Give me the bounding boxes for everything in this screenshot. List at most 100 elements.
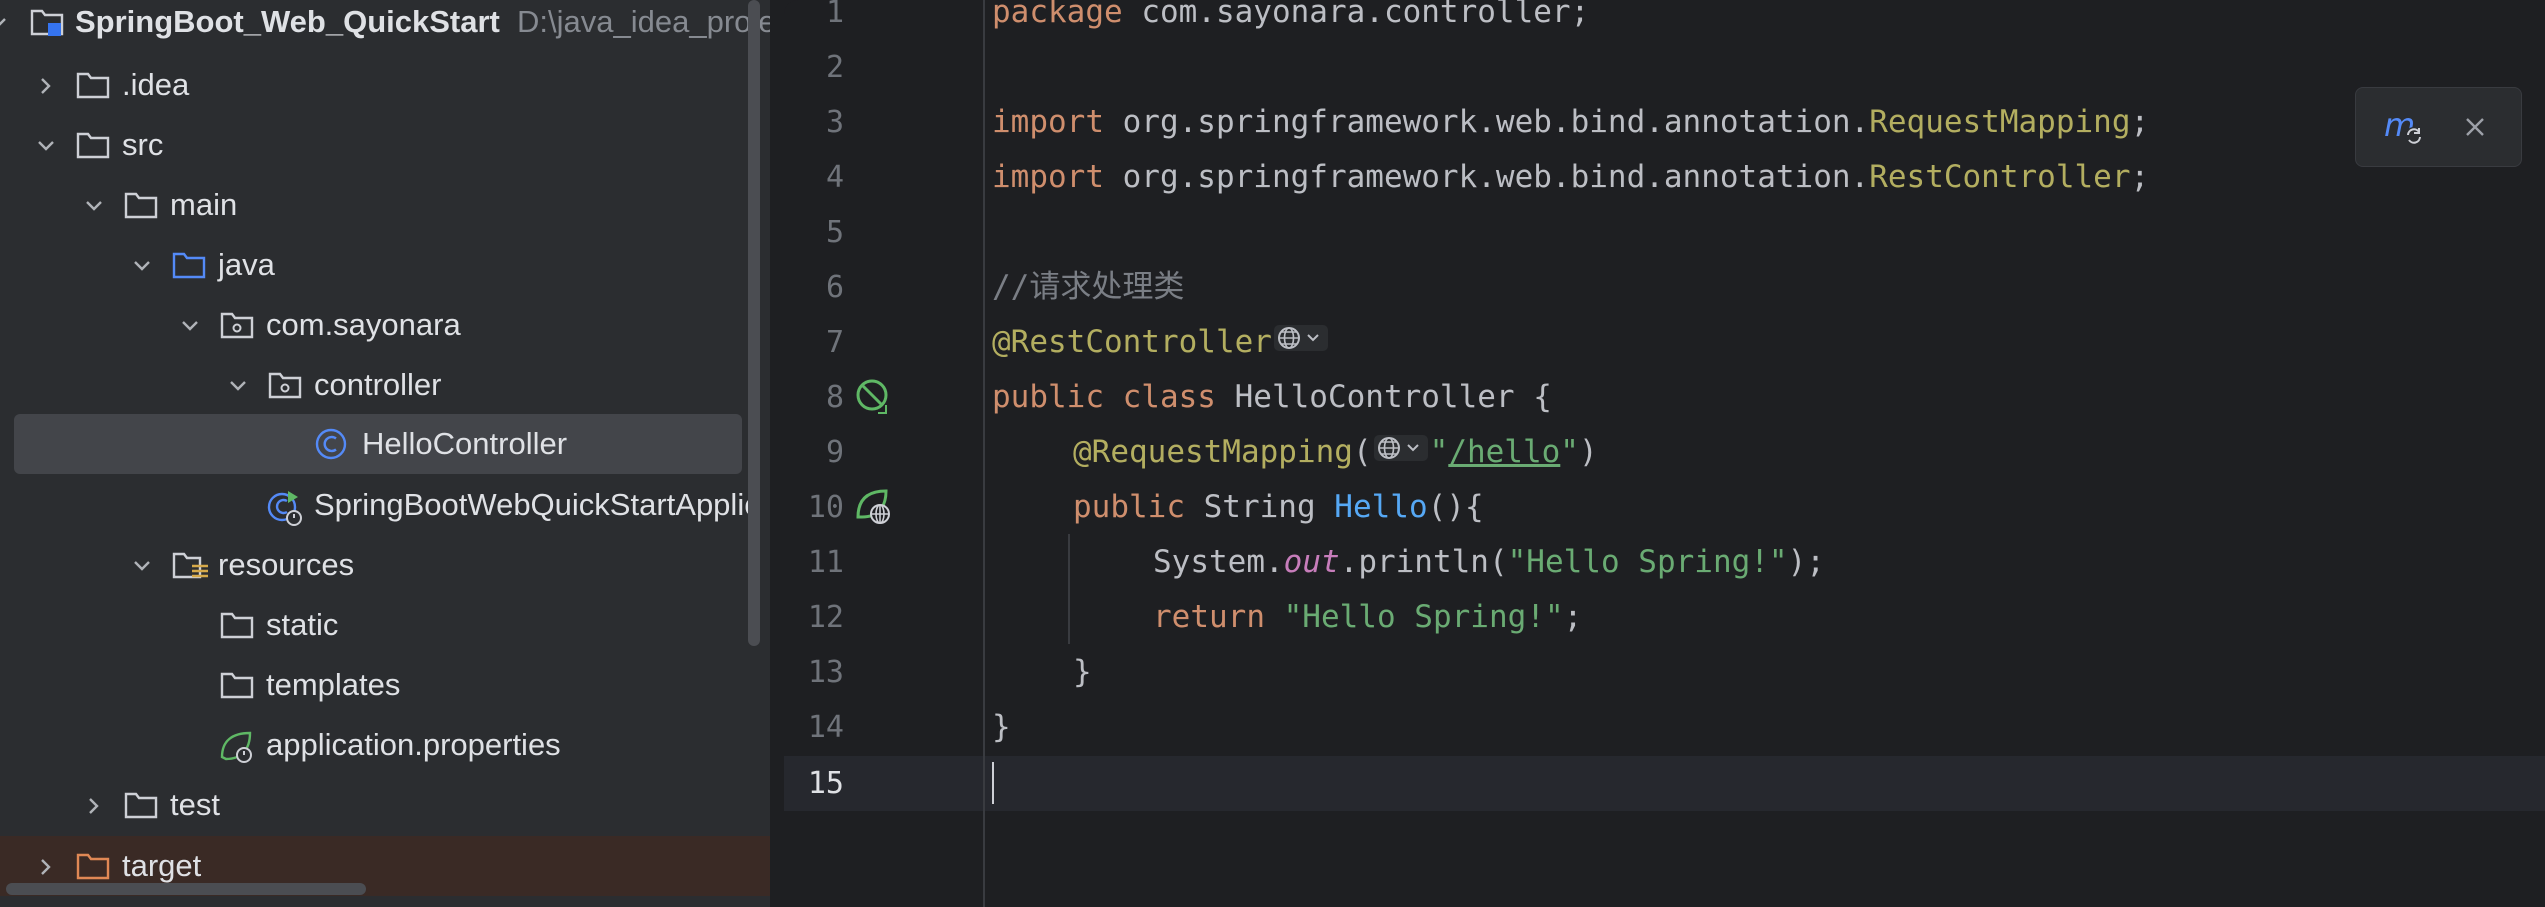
resources-folder-icon <box>172 549 208 581</box>
tree-horizontal-scrollbar[interactable] <box>6 883 366 895</box>
line-number: 9 <box>825 435 844 470</box>
chevron-down-icon[interactable] <box>30 115 60 175</box>
string: "Hello Spring!" <box>1507 544 1788 580</box>
keyword: import <box>992 104 1104 140</box>
globe-hint-icon[interactable] <box>1373 426 1428 481</box>
string: "Hello Spring!" <box>1264 599 1564 635</box>
code-text: System. <box>1153 544 1284 580</box>
keyword: class <box>1103 379 1216 415</box>
source-folder-icon <box>172 249 206 281</box>
package-icon <box>268 369 302 401</box>
gutter-separator <box>983 0 985 907</box>
chevron-down-icon[interactable] <box>0 0 12 52</box>
tree-item-src[interactable]: src <box>0 115 770 175</box>
tree-item-static[interactable]: static <box>0 595 770 655</box>
tree-item-label: resources <box>218 547 355 582</box>
code-line-11: System.out.println("Hello Spring!"); <box>1153 535 1825 590</box>
close-icon[interactable] <box>2462 114 2488 145</box>
code-text: } <box>1073 654 1092 690</box>
project-root-name: SpringBoot_Web_QuickStart <box>75 4 500 39</box>
tree-item-label: java <box>218 247 275 282</box>
code-text: ); <box>1787 544 1825 580</box>
line-number: 12 <box>807 600 844 635</box>
tree-item-label: controller <box>314 367 442 402</box>
code-line-4: import org.springframework.web.bind.anno… <box>992 150 2149 205</box>
code-line-6: //请求处理类 <box>992 260 1184 315</box>
code-text: String <box>1184 489 1335 525</box>
tree-item-application-properties[interactable]: application.properties <box>0 715 770 775</box>
java-class-icon <box>314 428 348 460</box>
tree-item-java[interactable]: java <box>0 235 770 295</box>
code-line-1: package com.sayonara.controller; <box>992 0 1589 40</box>
code-text: com.sayonara.controller; <box>1122 0 1590 30</box>
folder-icon <box>124 189 158 221</box>
line-number: 14 <box>807 710 844 745</box>
chevron-down-icon[interactable] <box>126 535 156 595</box>
line-number: 2 <box>825 50 844 85</box>
code-line-9: @RequestMapping("/hello") <box>1073 425 1598 480</box>
package-icon <box>220 309 254 341</box>
code-text: (){ <box>1427 489 1484 525</box>
tree-item-main[interactable]: main <box>0 175 770 235</box>
spring-bean-gutter-icon[interactable] <box>854 377 894 417</box>
code-line-14: } <box>992 700 1011 755</box>
tree-item-hellocontroller[interactable]: HelloController <box>0 414 770 474</box>
tree-item-resources[interactable]: resources <box>0 535 770 595</box>
line-number: 11 <box>807 545 844 580</box>
keyword: package <box>992 0 1123 30</box>
keyword: public <box>1073 489 1185 525</box>
text-cursor <box>992 762 994 804</box>
maven-reload-popup: m <box>2355 87 2522 167</box>
tree-item-label: SpringBootWebQuickStartApplic <box>314 487 760 522</box>
code-line-7: @RestController <box>992 315 1330 370</box>
tree-item-idea[interactable]: .idea <box>0 55 770 115</box>
maven-reload-icon[interactable]: m <box>2384 106 2428 153</box>
request-mapping-gutter-icon[interactable] <box>854 487 894 527</box>
code-text: } <box>992 709 1011 745</box>
spring-boot-app-icon <box>266 489 302 526</box>
chevron-down-icon[interactable] <box>174 295 204 355</box>
tree-item-com-sayonara[interactable]: com.sayonara <box>0 295 770 355</box>
tree-item-test[interactable]: test <box>0 775 770 835</box>
line-number: 15 <box>807 766 844 801</box>
line-number: 10 <box>807 490 844 525</box>
folder-icon <box>220 609 254 641</box>
globe-hint-icon[interactable] <box>1273 316 1328 371</box>
keyword: return <box>1153 599 1265 635</box>
code-text: org.springframework.web.bind.annotation. <box>1103 159 1870 195</box>
class-name: RestController <box>1869 159 2131 195</box>
line-number: 1 <box>825 0 844 30</box>
tree-item-spring-boot-application[interactable]: SpringBootWebQuickStartApplic <box>0 475 770 535</box>
code-editor[interactable]: 1 2 3 4 5 6 7 8 9 10 11 12 13 14 15 pack… <box>784 0 2545 907</box>
code-text: ; <box>2130 159 2150 195</box>
comment: //请求处理类 <box>992 269 1185 305</box>
current-line-highlight <box>784 756 2545 811</box>
url-link[interactable]: /hello <box>1448 434 1560 470</box>
excluded-folder-icon <box>76 850 110 882</box>
tree-item-label: com.sayonara <box>266 307 461 342</box>
tree-item-templates[interactable]: templates <box>0 655 770 715</box>
tree-item-label: static <box>266 607 339 642</box>
method-name: Hello <box>1334 489 1428 525</box>
tree-item-controller[interactable]: controller <box>0 355 770 415</box>
code-text: HelloController { <box>1215 379 1552 415</box>
tree-item-label: templates <box>266 667 401 702</box>
chevron-down-icon[interactable] <box>78 175 108 235</box>
tree-item-label: .idea <box>122 67 190 102</box>
chevron-down-icon[interactable] <box>126 235 156 295</box>
tree-item-label: main <box>170 187 238 222</box>
panel-splitter[interactable] <box>770 0 784 907</box>
chevron-down-icon[interactable] <box>222 355 252 415</box>
project-root-path: D:\java_idea_proje <box>517 4 770 39</box>
keyword: public <box>992 379 1104 415</box>
chevron-right-icon[interactable] <box>78 775 108 835</box>
tree-item-project-root[interactable]: SpringBoot_Web_QuickStart D:\java_idea_p… <box>0 0 770 52</box>
project-tree-panel: SpringBoot_Web_QuickStart D:\java_idea_p… <box>0 0 770 907</box>
tree-vertical-scrollbar[interactable] <box>748 0 760 646</box>
line-number: 13 <box>807 655 844 690</box>
chevron-right-icon[interactable] <box>30 55 60 115</box>
code-text: .println( <box>1339 544 1508 580</box>
line-number: 8 <box>825 380 844 415</box>
line-number: 6 <box>825 270 844 305</box>
tree-item-label: src <box>122 127 164 162</box>
